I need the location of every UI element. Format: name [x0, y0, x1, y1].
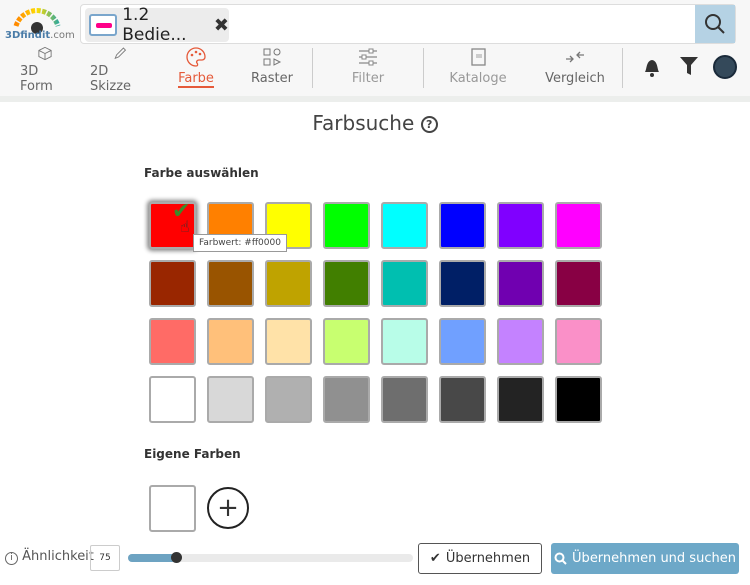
color-swatch[interactable] [265, 376, 312, 423]
color-swatch[interactable] [323, 376, 370, 423]
tab-2d-skizze[interactable]: 2D Skizze [90, 46, 150, 94]
apply-button[interactable]: ✔ Übernehmen [418, 543, 542, 574]
color-swatch[interactable] [381, 318, 428, 365]
color-swatch[interactable] [439, 260, 486, 307]
color-swatch[interactable] [265, 260, 312, 307]
palette-icon [186, 47, 206, 67]
check-icon: ✔ [429, 551, 441, 566]
pencil-icon [114, 47, 127, 60]
tab-vergleich[interactable]: Vergleich [545, 46, 605, 94]
folder-icon [89, 14, 118, 36]
color-swatch[interactable] [323, 202, 370, 249]
filter-icon[interactable] [679, 55, 699, 77]
similarity-slider[interactable] [128, 552, 413, 563]
divider [423, 48, 424, 88]
pointer-hand-icon: ☝ [180, 217, 190, 236]
color-swatch[interactable] [497, 318, 544, 365]
own-color-swatch[interactable] [149, 485, 196, 532]
tab-3d-form[interactable]: 3D Form [20, 46, 70, 94]
tab-label: Filter [351, 71, 385, 86]
tab-filter[interactable]: Filter [348, 46, 388, 94]
color-swatch[interactable] [207, 260, 254, 307]
color-swatch[interactable] [207, 376, 254, 423]
divider [622, 48, 623, 88]
info-icon: i [5, 552, 18, 565]
own-colors-heading: Eigene Farben [144, 447, 241, 461]
tab-label: 3D Form [20, 64, 53, 94]
tab-label: Raster [251, 71, 293, 86]
color-swatch[interactable] [497, 376, 544, 423]
select-color-heading: Farbe auswählen [144, 166, 259, 180]
close-icon[interactable]: ✖ [214, 15, 229, 36]
slider-handle[interactable] [171, 552, 183, 563]
similarity-input[interactable]: 75 [90, 545, 120, 571]
tab-label: Farbe [178, 71, 214, 88]
sliders-icon [359, 48, 377, 66]
search-button[interactable] [695, 5, 735, 43]
color-swatch[interactable] [555, 376, 602, 423]
color-swatch[interactable] [555, 202, 602, 249]
help-icon[interactable]: ? [420, 116, 438, 133]
bell-icon[interactable] [641, 55, 663, 79]
color-swatch[interactable] [149, 376, 196, 423]
tab-kataloge[interactable]: Kataloge [449, 46, 507, 94]
apply-label: Übernehmen [445, 551, 531, 566]
shapes-icon [263, 48, 282, 66]
slider-fill [128, 554, 177, 562]
color-swatch[interactable] [555, 318, 602, 365]
page-title: Farbsuche ? [0, 111, 750, 135]
logo-text: 3Dfindit.com [5, 30, 75, 41]
color-swatch[interactable] [439, 318, 486, 365]
avatar[interactable] [713, 55, 737, 79]
divider [0, 96, 750, 102]
color-swatch[interactable] [555, 260, 602, 307]
catalog-icon [471, 48, 486, 66]
color-swatch[interactable] [207, 318, 254, 365]
tab-label: Kataloge [449, 71, 507, 86]
tab-label: 2D Skizze [90, 64, 132, 94]
color-swatch[interactable] [323, 318, 370, 365]
search-chip-label: 1.2 Bedie... [122, 5, 187, 45]
search-bar[interactable]: 1.2 Bedie... ✖ [80, 4, 736, 45]
color-swatch[interactable] [381, 376, 428, 423]
search-chip[interactable]: 1.2 Bedie... ✖ [85, 5, 229, 45]
search-icon [554, 552, 567, 565]
tab-raster[interactable]: Raster [250, 46, 294, 94]
color-swatch[interactable] [265, 318, 312, 365]
apply-search-label: Übernehmen und suchen [572, 551, 736, 566]
color-swatch[interactable] [439, 376, 486, 423]
color-tooltip: Farbwert: #ff0000 [193, 234, 287, 252]
color-swatch[interactable] [149, 318, 196, 365]
color-swatch[interactable] [149, 260, 196, 307]
color-swatch[interactable] [381, 260, 428, 307]
compare-icon [566, 51, 584, 63]
color-swatch[interactable] [323, 260, 370, 307]
divider [312, 48, 313, 88]
color-swatch[interactable] [497, 260, 544, 307]
color-swatch[interactable] [439, 202, 486, 249]
color-swatch[interactable] [497, 202, 544, 249]
apply-and-search-button[interactable]: Übernehmen und suchen [551, 543, 739, 574]
add-color-button[interactable]: + [207, 487, 249, 529]
tab-farbe[interactable]: Farbe [176, 46, 216, 94]
tab-label: Vergleich [545, 71, 605, 86]
cube-icon [38, 46, 52, 61]
similarity-label: i Ähnlichkeit [5, 549, 94, 565]
color-swatch[interactable] [381, 202, 428, 249]
search-icon [705, 14, 725, 34]
